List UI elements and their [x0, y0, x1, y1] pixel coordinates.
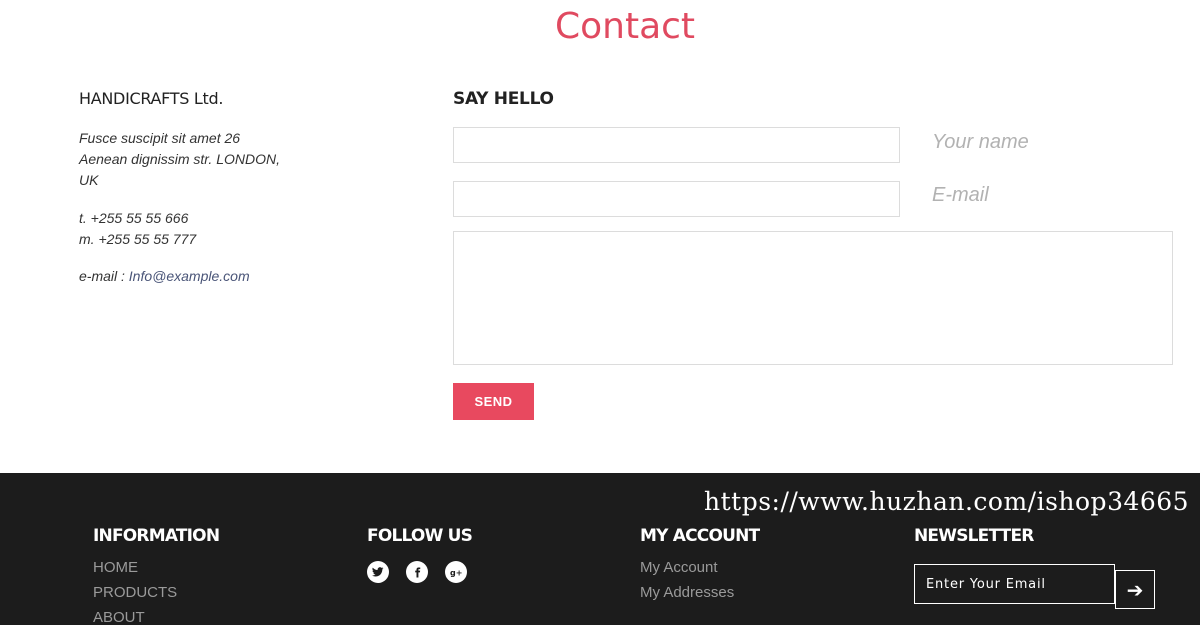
twitter-icon[interactable]: [367, 561, 389, 583]
send-button[interactable]: SEND: [453, 383, 534, 420]
form-heading: SAY HELLO: [453, 89, 554, 109]
newsletter-heading: NEWSLETTER: [914, 526, 1034, 546]
email-label-text: E-mail: [932, 184, 989, 206]
newsletter-input-wrapper: [914, 564, 1115, 604]
mobile-number: m. +255 55 55 777: [79, 231, 197, 247]
email-input[interactable]: [454, 182, 899, 216]
address-line: Fusce suscipit sit amet 26: [79, 130, 241, 146]
footer-link-my-addresses[interactable]: My Addresses: [640, 583, 759, 602]
footer-information: INFORMATION HOME PRODUCTS ABOUT: [93, 526, 220, 625]
account-heading: MY ACCOUNT: [640, 526, 760, 546]
email-label: e-mail :: [79, 268, 125, 284]
address-line: Aenean dignissim str. LONDON,: [79, 151, 280, 167]
address-line: UK: [79, 172, 99, 188]
watermark-text: https://www.huzhan.com/ishop34665: [704, 487, 1190, 516]
phone-number: t. +255 55 55 666: [79, 210, 189, 226]
google-plus-icon[interactable]: g+: [445, 561, 467, 583]
arrow-right-icon: ➔: [1126, 577, 1144, 602]
email-field-wrapper: [453, 181, 900, 217]
footer-follow: FOLLOW US g+: [367, 526, 473, 583]
information-heading: INFORMATION: [93, 526, 220, 546]
page-title: Contact: [554, 6, 696, 47]
footer-link-products[interactable]: PRODUCTS: [93, 583, 219, 602]
email-link[interactable]: Info@example.com: [129, 268, 250, 284]
footer-newsletter: NEWSLETTER: [914, 526, 1034, 546]
newsletter-email-input[interactable]: [915, 565, 1114, 603]
company-block: HANDICRAFTS Ltd.: [79, 89, 223, 108]
company-email-line: e-mail : Info@example.com: [79, 268, 250, 284]
footer-link-my-account[interactable]: My Account: [640, 558, 759, 577]
footer: https://www.huzhan.com/ishop34665 INFORM…: [0, 473, 1200, 625]
company-name: HANDICRAFTS Ltd.: [79, 89, 224, 108]
company-phones: t. +255 55 55 666 m. +255 55 55 777: [79, 208, 196, 250]
follow-heading: FOLLOW US: [367, 526, 473, 546]
name-input[interactable]: [454, 128, 899, 162]
svg-text:g+: g+: [450, 568, 462, 577]
newsletter-submit-button[interactable]: ➔: [1115, 570, 1155, 609]
message-field-wrapper: [453, 231, 1173, 365]
footer-link-home[interactable]: HOME: [93, 558, 219, 577]
message-textarea[interactable]: [454, 232, 1172, 364]
facebook-icon[interactable]: [406, 561, 428, 583]
footer-link-about[interactable]: ABOUT: [93, 608, 219, 625]
social-icons: g+: [367, 561, 472, 583]
footer-account: MY ACCOUNT My Account My Addresses: [640, 526, 760, 602]
name-label: Your name: [932, 131, 1029, 153]
company-address: Fusce suscipit sit amet 26 Aenean dignis…: [79, 128, 299, 191]
name-field-wrapper: [453, 127, 900, 163]
